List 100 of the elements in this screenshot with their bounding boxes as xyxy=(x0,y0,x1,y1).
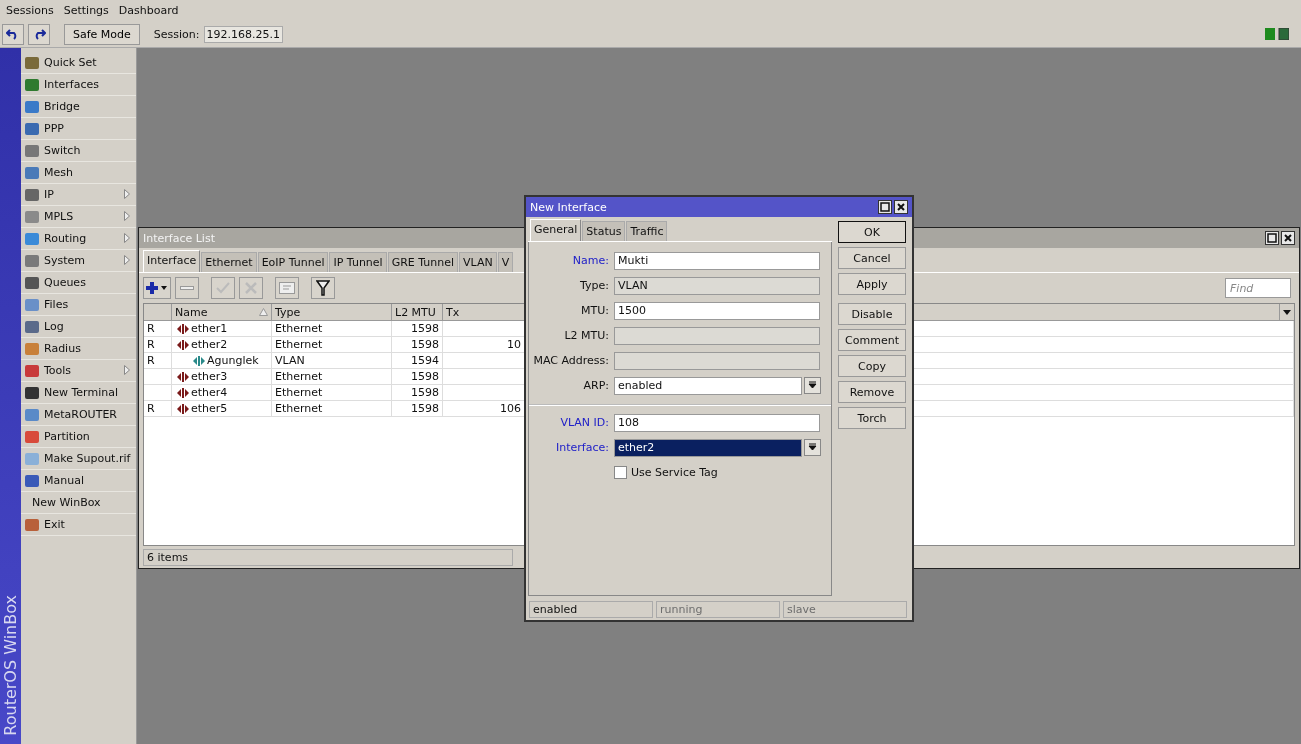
sidebar-item[interactable]: PPP xyxy=(21,118,136,140)
sidebar-item[interactable]: System xyxy=(21,250,136,272)
tab[interactable]: Ethernet xyxy=(201,252,257,272)
ethernet-icon xyxy=(176,403,190,414)
tab[interactable]: IP Tunnel xyxy=(329,252,387,272)
tile-icon xyxy=(24,274,40,291)
sidebar-item[interactable]: New WinBox xyxy=(21,492,136,514)
note-icon xyxy=(279,282,295,294)
select-field[interactable]: ether2 xyxy=(614,438,802,457)
menu-item[interactable]: Sessions xyxy=(6,4,54,17)
table-cell: 1598 xyxy=(411,338,439,351)
dropdown-button[interactable] xyxy=(804,377,821,394)
status-cell: running xyxy=(656,600,780,618)
sidebar-item[interactable]: Tools xyxy=(21,360,136,382)
input-field[interactable]: 108 xyxy=(614,413,820,432)
dialog-button[interactable]: Cancel xyxy=(838,247,906,269)
ethernet-icon xyxy=(176,387,190,398)
tab[interactable]: Status xyxy=(582,221,626,241)
tile-icon xyxy=(24,472,40,489)
sidebar-item[interactable]: New Terminal xyxy=(21,382,136,404)
sidebar-item[interactable]: Log xyxy=(21,316,136,338)
dialog-button[interactable]: Torch xyxy=(838,407,906,429)
tile-icon xyxy=(24,406,40,423)
flag-text: R xyxy=(147,338,155,351)
dropdown-button[interactable] xyxy=(804,439,821,456)
dialog-button[interactable]: Comment xyxy=(838,329,906,351)
table-cell: ether1 xyxy=(191,322,228,335)
dialog-button[interactable]: OK xyxy=(838,221,906,243)
tile-icon xyxy=(24,450,40,467)
table-cell: ether4 xyxy=(191,386,228,399)
redo-button[interactable] xyxy=(28,23,50,45)
sidebar-item[interactable]: Bridge xyxy=(21,96,136,118)
sidebar-item[interactable]: MetaROUTER xyxy=(21,404,136,426)
field-label: Type: xyxy=(579,279,609,292)
sidebar-item[interactable]: Make Supout.rif xyxy=(21,448,136,470)
sidebar-item[interactable]: Partition xyxy=(21,426,136,448)
sidebar-item[interactable]: Routing xyxy=(21,228,136,250)
tile-icon xyxy=(24,120,40,137)
menu-item[interactable]: Dashboard xyxy=(118,4,179,17)
dialog-button[interactable]: Remove xyxy=(838,381,906,403)
column-header[interactable]: L2 MTU xyxy=(392,304,443,320)
sidebar-item[interactable]: Queues xyxy=(21,272,136,294)
filter-button[interactable] xyxy=(311,277,335,299)
sidebar-item[interactable]: Interfaces xyxy=(21,74,136,96)
sidebar-item[interactable]: Quick Set xyxy=(21,52,136,74)
ethernet-icon xyxy=(176,371,190,382)
tile-icon xyxy=(24,428,40,445)
tab[interactable]: V xyxy=(497,252,514,272)
tab[interactable]: Traffic xyxy=(626,221,668,241)
session-label: Session: xyxy=(153,27,200,41)
tile-icon xyxy=(24,208,40,225)
find-field[interactable]: Find xyxy=(1225,278,1291,298)
submenu-arrow-icon xyxy=(124,211,130,221)
input-field[interactable]: Mukti xyxy=(614,251,820,270)
sidebar-item[interactable]: Mesh xyxy=(21,162,136,184)
service-tag-checkbox[interactable]: Use Service Tag xyxy=(614,466,718,479)
safe-mode-button[interactable]: Safe Mode xyxy=(64,23,140,45)
undo-button[interactable] xyxy=(2,23,24,45)
sidebar-item[interactable]: Radius xyxy=(21,338,136,360)
table-cell: Ethernet xyxy=(275,370,323,383)
tile-icon xyxy=(24,164,40,181)
table-cell: 1598 xyxy=(411,386,439,399)
sidebar-item[interactable]: Exit xyxy=(21,514,136,536)
sidebar-item[interactable]: Files xyxy=(21,294,136,316)
table-cell: Ethernet xyxy=(275,338,323,351)
tab[interactable]: EoIP Tunnel xyxy=(257,252,329,272)
filter-icon xyxy=(316,280,330,296)
column-header[interactable]: Name xyxy=(172,304,272,320)
maximize-button[interactable] xyxy=(878,200,892,214)
sidebar-item[interactable]: Switch xyxy=(21,140,136,162)
close-button[interactable] xyxy=(894,200,908,214)
add-button[interactable] xyxy=(143,277,171,299)
flag-text: R xyxy=(147,354,155,367)
field-label: VLAN ID: xyxy=(559,416,609,429)
tile-icon xyxy=(24,98,40,115)
session-field[interactable]: 192.168.25.1 xyxy=(203,25,283,43)
status-cell: slave xyxy=(783,600,907,618)
tab[interactable]: VLAN xyxy=(459,252,497,272)
menu-item[interactable]: Settings xyxy=(63,4,109,17)
tab[interactable]: GRE Tunnel xyxy=(387,252,459,272)
field-label: MAC Address: xyxy=(532,354,609,367)
table-cell: Agunglek xyxy=(207,354,259,367)
tile-icon xyxy=(24,76,40,93)
window-title: New Interface xyxy=(530,200,607,214)
dialog-button[interactable]: Copy xyxy=(838,355,906,377)
dialog-button[interactable]: Apply xyxy=(838,273,906,295)
submenu-arrow-icon xyxy=(124,365,130,375)
tab[interactable]: Interface xyxy=(143,250,201,272)
sidebar-item[interactable]: IP xyxy=(21,184,136,206)
plus-icon xyxy=(146,281,168,295)
column-header[interactable]: Type xyxy=(272,304,392,320)
input-field[interactable]: 1500 xyxy=(614,301,820,320)
table-cell: 1598 xyxy=(411,370,439,383)
sidebar-item[interactable]: Manual xyxy=(21,470,136,492)
tab[interactable]: General xyxy=(530,219,582,241)
dialog-button[interactable]: Disable xyxy=(838,303,906,325)
check-icon xyxy=(216,282,230,294)
sidebar-item[interactable]: MPLS xyxy=(21,206,136,228)
ethernet-icon xyxy=(176,323,190,334)
select-field[interactable]: enabled xyxy=(614,376,802,395)
